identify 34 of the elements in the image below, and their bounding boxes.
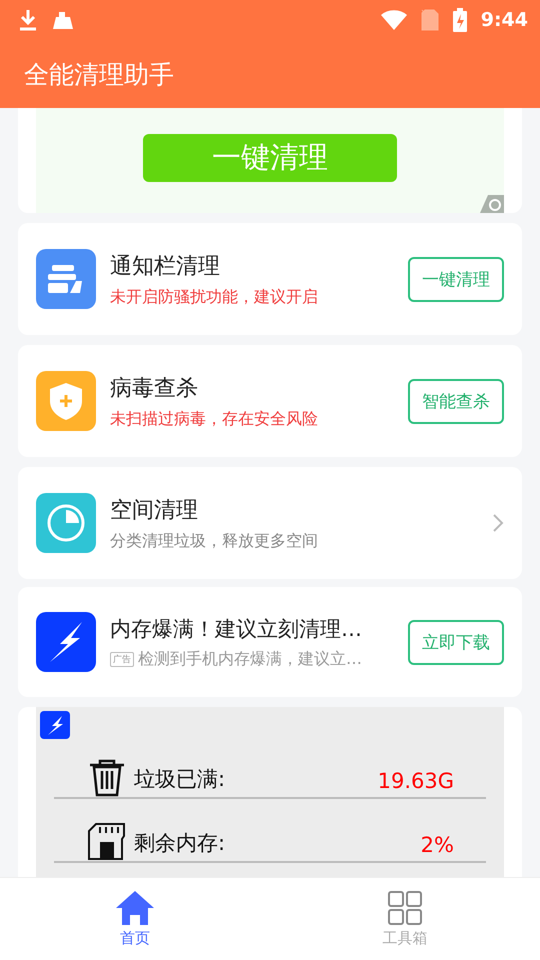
stat-value: 19.63G [378,769,454,795]
action-button[interactable]: 一键清理 [408,256,504,302]
trash-icon [88,759,126,797]
download-button[interactable]: 立即下载 [408,620,504,664]
nav-tab[interactable]: 工具箱 [270,878,540,960]
no-sim-icon [420,9,439,31]
sd-card-icon [88,823,126,861]
lightning-icon [40,711,70,739]
chevron-icon[interactable] [492,513,504,533]
ad-title: 内存爆满！建议立刻清理… [110,616,363,642]
wifi-icon [380,10,407,30]
ad-description: 检测到手机内存爆满，建议立… [138,648,362,670]
home-icon [116,890,154,924]
stat-value: 2% [420,833,454,859]
app-title: 全能清理助手 [24,58,174,90]
download-icon [18,9,38,31]
pie-chart-icon [36,493,96,553]
ad-tag: 广告 [110,652,134,666]
feature-title: 病毒查杀 [110,374,199,402]
clock: 9:44 [480,9,528,31]
action-button[interactable]: 智能查杀 [408,378,504,424]
feature-subtitle: 分类清理垃圾，释放更多空间 [110,530,319,552]
nav-tab[interactable]: 首页 [0,878,270,960]
stat-label: 剩余内存: [134,830,226,857]
lightning-icon [36,612,96,672]
stat-label: 垃圾已满: [134,766,226,793]
battery-icon [452,8,467,32]
feature-title: 空间清理 [110,496,199,524]
shield-icon [36,371,96,431]
feature-subtitle: 未扫描过病毒，存在安全风险 [110,408,319,430]
feature-subtitle: 未开启防骚扰功能，建议开启 [110,286,319,308]
feature-title: 通知栏清理 [110,252,221,280]
clean-button[interactable]: 一键清理 [143,134,397,182]
grid-icon [388,890,422,924]
